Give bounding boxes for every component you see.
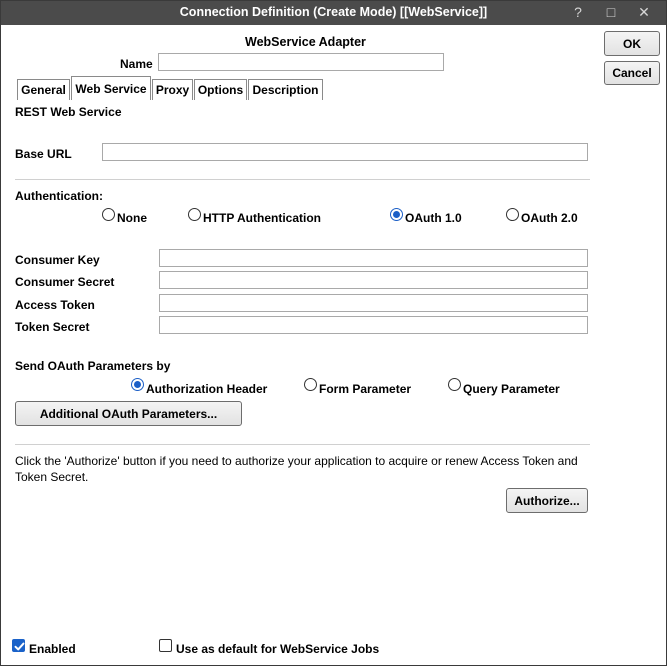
auth-none-label[interactable]: None [117, 211, 147, 225]
auth-header-label[interactable]: Authorization Header [146, 382, 267, 396]
divider [15, 179, 590, 180]
auth-oauth2-label[interactable]: OAuth 2.0 [521, 211, 578, 225]
adapter-title: WebService Adapter [245, 35, 366, 49]
auth-oauth2-radio[interactable] [506, 208, 519, 221]
query-parameter-radio[interactable] [448, 378, 461, 391]
consumer-key-label: Consumer Key [15, 253, 100, 267]
token-secret-input[interactable] [159, 316, 588, 334]
consumer-secret-input[interactable] [159, 271, 588, 289]
tab-general[interactable]: General [17, 79, 70, 100]
form-parameter-label[interactable]: Form Parameter [319, 382, 411, 396]
connection-definition-window: Connection Definition (Create Mode) [[We… [0, 0, 667, 666]
tab-options[interactable]: Options [194, 79, 247, 100]
base-url-input[interactable] [102, 143, 588, 161]
authentication-label: Authentication: [15, 189, 103, 203]
form-parameter-radio[interactable] [304, 378, 317, 391]
additional-oauth-parameters-button[interactable]: Additional OAuth Parameters... [15, 401, 242, 426]
access-token-label: Access Token [15, 298, 95, 312]
tab-web-service[interactable]: Web Service [71, 76, 151, 100]
title-bar: Connection Definition (Create Mode) [[We… [1, 1, 666, 25]
section-title: REST Web Service [15, 105, 122, 119]
enabled-checkbox[interactable] [12, 639, 25, 652]
token-secret-label: Token Secret [15, 320, 90, 334]
default-label[interactable]: Use as default for WebService Jobs [176, 642, 379, 656]
help-icon[interactable]: ? [564, 1, 592, 23]
tab-description[interactable]: Description [248, 79, 323, 100]
base-url-label: Base URL [15, 147, 72, 161]
query-parameter-label[interactable]: Query Parameter [463, 382, 560, 396]
ok-button[interactable]: OK [604, 31, 660, 56]
auth-http-label[interactable]: HTTP Authentication [203, 211, 321, 225]
authorize-button[interactable]: Authorize... [506, 488, 588, 513]
close-icon[interactable]: ✕ [630, 1, 658, 23]
consumer-key-input[interactable] [159, 249, 588, 267]
auth-none-radio[interactable] [102, 208, 115, 221]
auth-oauth1-label[interactable]: OAuth 1.0 [405, 211, 462, 225]
auth-http-radio[interactable] [188, 208, 201, 221]
cancel-button[interactable]: Cancel [604, 61, 660, 85]
access-token-input[interactable] [159, 294, 588, 312]
auth-header-radio[interactable] [131, 378, 144, 391]
authorize-info-text: Click the 'Authorize' button if you need… [15, 454, 578, 484]
maximize-icon[interactable]: □ [597, 1, 625, 23]
send-params-label: Send OAuth Parameters by [15, 359, 171, 373]
name-input[interactable] [158, 53, 444, 71]
name-label: Name [120, 57, 153, 71]
consumer-secret-label: Consumer Secret [15, 275, 115, 289]
tab-proxy[interactable]: Proxy [152, 79, 193, 100]
divider [15, 444, 590, 445]
enabled-label[interactable]: Enabled [29, 642, 76, 656]
check-icon [14, 642, 25, 651]
default-checkbox[interactable] [159, 639, 172, 652]
auth-oauth1-radio[interactable] [390, 208, 403, 221]
